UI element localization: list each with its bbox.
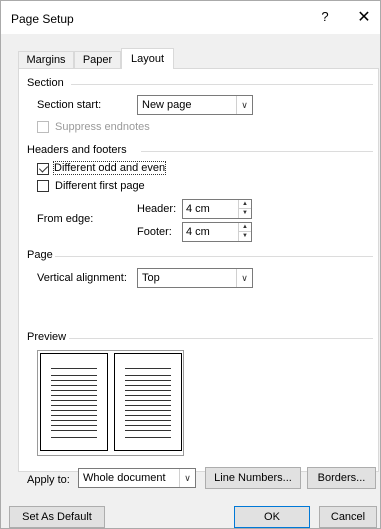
vertical-alignment-select[interactable]: Top ∨ — [137, 268, 253, 288]
headers-footers-group-title: Headers and footers — [27, 144, 127, 156]
chevron-down-icon: ∨ — [236, 96, 252, 114]
preview-divider — [69, 338, 373, 339]
apply-to-select[interactable]: Whole document ∨ — [78, 468, 196, 488]
different-first-page-label: Different first page — [55, 180, 145, 192]
page-divider — [55, 256, 373, 257]
tab-paper-label: Paper — [82, 54, 113, 66]
from-edge-label: From edge: — [37, 213, 94, 225]
tab-margins[interactable]: Margins — [18, 51, 74, 68]
borders-button[interactable]: Borders... — [307, 467, 376, 489]
close-icon[interactable]: ✕ — [354, 7, 374, 27]
line-numbers-button[interactable]: Line Numbers... — [205, 467, 301, 489]
section-start-value: New page — [142, 99, 192, 111]
apply-to-label: Apply to: — [27, 474, 70, 486]
tab-margins-label: Margins — [26, 54, 66, 66]
different-odd-even-label: Different odd and even — [52, 161, 167, 175]
set-as-default-label: Set As Default — [22, 511, 92, 523]
footer-spin-buttons: ▲ ▼ — [238, 223, 251, 241]
borders-label: Borders... — [317, 472, 366, 484]
different-odd-even-checkbox[interactable] — [37, 163, 49, 175]
page-group-title: Page — [27, 249, 53, 261]
apply-to-value: Whole document — [83, 472, 166, 484]
section-group-title: Section — [27, 77, 64, 89]
tab-layout-label: Layout — [130, 53, 165, 65]
preview-group-title: Preview — [27, 331, 67, 343]
cancel-button[interactable]: Cancel — [319, 506, 377, 528]
preview-page-right — [114, 353, 182, 451]
title-bar: Page Setup ? ✕ — [1, 1, 380, 34]
layout-panel: Section Section start: New page ∨ Suppre… — [18, 68, 379, 472]
tab-layout[interactable]: Layout — [121, 48, 174, 69]
spin-up-icon[interactable]: ▲ — [239, 200, 251, 209]
section-start-label: Section start: — [37, 99, 102, 111]
chevron-down-icon: ∨ — [236, 269, 252, 287]
footer-distance-spinner[interactable]: 4 cm ▲ ▼ — [182, 222, 252, 242]
header-distance-value: 4 cm — [186, 203, 210, 215]
suppress-endnotes-label: Suppress endnotes — [55, 121, 150, 133]
spin-down-icon[interactable]: ▼ — [239, 209, 251, 218]
different-first-page-checkbox[interactable] — [37, 180, 49, 192]
vertical-alignment-value: Top — [142, 272, 160, 284]
tab-paper[interactable]: Paper — [74, 51, 121, 68]
section-divider — [71, 84, 373, 85]
page-setup-dialog: Page Setup ? ✕ Margins Paper Layout Sect… — [0, 0, 381, 529]
header-label: Header: — [137, 203, 177, 215]
preview-page-left — [40, 353, 108, 451]
cancel-label: Cancel — [330, 511, 366, 523]
suppress-endnotes-checkbox[interactable] — [37, 121, 49, 133]
footer-label: Footer: — [137, 226, 172, 238]
section-start-select[interactable]: New page ∨ — [137, 95, 253, 115]
vertical-alignment-label: Vertical alignment: — [37, 272, 127, 284]
header-distance-spinner[interactable]: 4 cm ▲ ▼ — [182, 199, 252, 219]
footer-distance-value: 4 cm — [186, 226, 210, 238]
header-spin-buttons: ▲ ▼ — [238, 200, 251, 218]
headers-footers-divider — [141, 151, 373, 152]
help-icon[interactable]: ? — [317, 9, 333, 27]
ok-button[interactable]: OK — [234, 506, 310, 528]
spin-up-icon[interactable]: ▲ — [239, 223, 251, 232]
chevron-down-icon: ∨ — [179, 469, 195, 487]
line-numbers-label: Line Numbers... — [214, 472, 292, 484]
dialog-title: Page Setup — [11, 12, 74, 26]
set-as-default-button[interactable]: Set As Default — [9, 506, 105, 528]
ok-label: OK — [264, 511, 280, 523]
spin-down-icon[interactable]: ▼ — [239, 232, 251, 241]
